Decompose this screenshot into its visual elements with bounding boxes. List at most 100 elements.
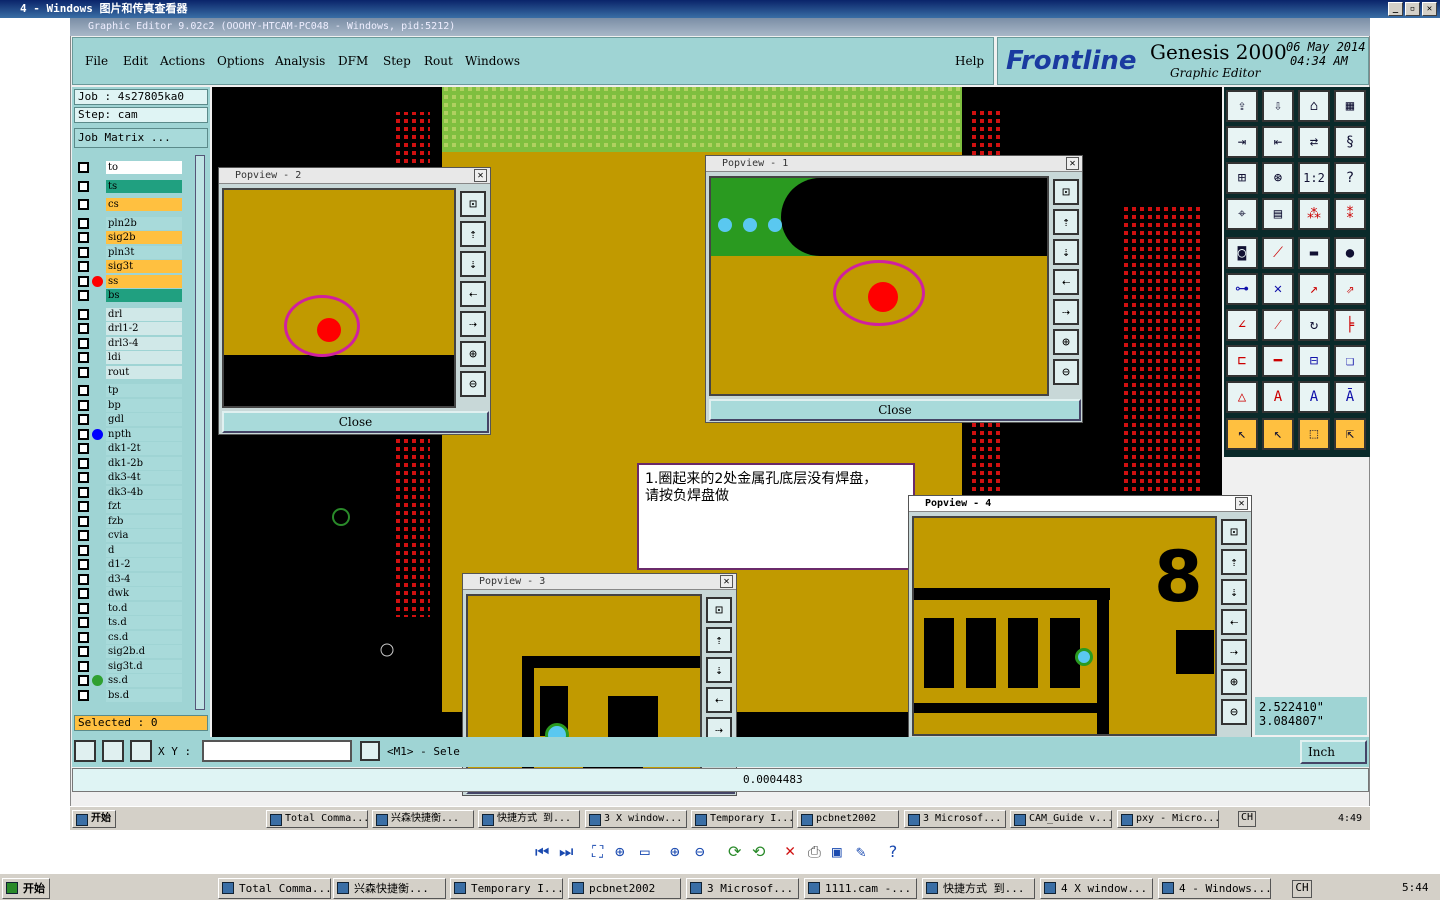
layer-row-fzt[interactable]: fzt <box>78 500 190 513</box>
layer-name[interactable]: npth <box>106 427 182 441</box>
layer-visible-checkbox[interactable] <box>78 414 89 425</box>
layer-visible-checkbox[interactable] <box>78 352 89 363</box>
popview-4-close-icon[interactable]: ✕ <box>1235 497 1248 510</box>
slideshow-icon[interactable]: ▭ <box>640 842 650 861</box>
zoom-area-icon[interactable]: ⊞ <box>1226 162 1258 194</box>
layer-name[interactable]: bs.d <box>106 688 182 702</box>
ruler-icon[interactable]: ▬ <box>1298 237 1330 269</box>
inner-task-item[interactable]: 3 X window... <box>585 810 687 828</box>
menu-rout[interactable]: Rout <box>424 54 453 68</box>
close-icon[interactable]: ✕ <box>1422 2 1437 16</box>
menu-options[interactable]: Options <box>217 54 264 68</box>
layer-scrollbar[interactable] <box>195 155 205 710</box>
circle-icon[interactable]: ● <box>1334 237 1366 269</box>
task-item[interactable]: 4 - Windows... <box>1158 878 1271 899</box>
layer-row-ts-d[interactable]: ts.d <box>78 616 190 629</box>
popview-2-view[interactable] <box>222 188 456 408</box>
task-item[interactable]: pcbnet2002 <box>568 878 681 899</box>
layer-name[interactable]: dk3-4b <box>106 485 182 499</box>
layer-name[interactable]: sig2b.d <box>106 645 182 658</box>
window-icon[interactable]: ▦ <box>1334 90 1366 122</box>
rotate-ccw-icon[interactable]: ⟲ <box>752 842 765 861</box>
print-icon[interactable]: ⎙ <box>808 842 821 862</box>
layer-visible-checkbox[interactable] <box>78 443 89 454</box>
layer-name[interactable]: rout <box>106 365 182 379</box>
layer-visible-checkbox[interactable] <box>78 515 89 527</box>
layer-row-cs[interactable]: cs <box>78 198 190 211</box>
layer-row-dk1-2t[interactable]: dk1-2t <box>78 442 190 455</box>
start-button[interactable]: 开始 <box>2 878 50 899</box>
actual-size-icon[interactable]: ⊕ <box>615 842 625 861</box>
zoom-in-icon[interactable]: ⊕ <box>670 842 680 861</box>
task-item[interactable]: 1111.cam -... <box>804 878 917 899</box>
layer-name[interactable]: cs.d <box>106 630 182 644</box>
compare-icon[interactable]: ⇄ <box>1298 126 1330 158</box>
layer-row-dk3-4t[interactable]: dk3-4t <box>78 471 190 484</box>
select-box-icon[interactable]: ⬚ <box>1298 418 1330 450</box>
popview-2-close-icon[interactable]: ✕ <box>474 169 487 182</box>
layer-row-sig2b-d[interactable]: sig2b.d <box>78 645 190 658</box>
layer-visible-checkbox[interactable] <box>78 385 89 396</box>
copy-icon[interactable]: ⇗ <box>1334 273 1366 305</box>
layer-name[interactable]: pln2b <box>106 216 182 230</box>
text-b-icon[interactable]: A <box>1298 381 1330 413</box>
menu-analysis[interactable]: Analysis <box>275 54 325 68</box>
layer-name[interactable]: dk3-4t <box>106 471 182 484</box>
menu-step[interactable]: Step <box>383 54 411 68</box>
select-add-icon[interactable]: ↖ <box>1262 418 1294 450</box>
layer-row-rout[interactable]: rout <box>78 365 190 379</box>
layer-visible-checkbox[interactable] <box>78 275 89 287</box>
layer-row-dk1-2b[interactable]: dk1-2b <box>78 456 190 470</box>
help-icon[interactable]: ? <box>888 842 898 861</box>
layer-visible-checkbox[interactable] <box>78 457 89 469</box>
layer-name[interactable]: pln3t <box>106 245 182 259</box>
layer-row-to-d[interactable]: to.d <box>78 601 190 615</box>
layer-row-sig3t[interactable]: sig3t <box>78 260 190 273</box>
menu-dfm[interactable]: DFM <box>338 54 368 68</box>
angle-mode-icon[interactable] <box>102 740 124 762</box>
grid-icon[interactable]: ▤ <box>1262 198 1294 230</box>
layer-visible-checkbox[interactable] <box>78 261 89 272</box>
maximize-icon[interactable]: ▫ <box>1405 2 1420 16</box>
layer-name[interactable]: sig2b <box>106 231 182 244</box>
zoom-center-icon[interactable]: ⊛ <box>1262 162 1294 194</box>
pan-up-icon[interactable]: ⇡ <box>460 221 486 247</box>
pan-up-icon[interactable]: ⇡ <box>1053 209 1079 235</box>
mirror-icon[interactable]: ╞ <box>1334 309 1366 341</box>
layer-visible-checkbox[interactable] <box>78 428 89 440</box>
menu-actions[interactable]: Actions <box>160 54 205 68</box>
layer-name[interactable]: d1-2 <box>106 558 182 571</box>
layer-row-fzb[interactable]: fzb <box>78 514 190 528</box>
scale-icon[interactable]: 1:2 <box>1298 162 1330 194</box>
angle-icon[interactable]: ∠ <box>1226 309 1258 341</box>
inner-task-item[interactable]: 兴森快捷衡... <box>372 810 474 828</box>
import-icon[interactable]: ⇥ <box>1226 126 1258 158</box>
open-icon[interactable]: ⇪ <box>1226 90 1258 122</box>
pan-left-icon[interactable]: ⇠ <box>460 281 486 307</box>
inner-task-item[interactable]: pcbnet2002 <box>797 810 899 828</box>
layer-visible-checkbox[interactable] <box>78 646 89 657</box>
resize-icon[interactable]: ⊟ <box>1298 345 1330 377</box>
layer-visible-checkbox[interactable] <box>78 501 89 512</box>
layer-row-gdl[interactable]: gdl <box>78 413 190 426</box>
triangle-icon[interactable]: △ <box>1226 381 1258 413</box>
pan-left-icon[interactable]: ⇠ <box>1053 269 1079 295</box>
layer-name[interactable]: d3-4 <box>106 572 182 586</box>
move-icon[interactable]: ↗ <box>1298 273 1330 305</box>
zoom-out-icon[interactable]: ⊖ <box>1053 359 1079 385</box>
layer-name[interactable]: drl3-4 <box>106 336 182 350</box>
snap-mode-icon[interactable] <box>74 740 96 762</box>
delete-icon[interactable]: ✕ <box>785 841 795 861</box>
pan-down-icon[interactable]: ⇣ <box>1053 239 1079 265</box>
zoom-in-icon[interactable]: ⊕ <box>1053 329 1079 355</box>
inner-task-item[interactable]: pxy - Micro... <box>1117 810 1219 828</box>
layer-name[interactable]: ldi <box>106 351 182 364</box>
pan-right-icon[interactable]: ⇢ <box>1053 299 1079 325</box>
layer-visible-checkbox[interactable] <box>78 472 89 483</box>
layer-name[interactable]: sig3t.d <box>106 659 182 673</box>
pan-up-icon[interactable]: ⇡ <box>706 627 732 653</box>
layer-visible-checkbox[interactable] <box>78 162 89 173</box>
layer-row-sig2b[interactable]: sig2b <box>78 231 190 244</box>
zoom-in-icon[interactable]: ⊕ <box>1221 669 1247 695</box>
layer-name[interactable]: ss.d <box>106 674 182 687</box>
